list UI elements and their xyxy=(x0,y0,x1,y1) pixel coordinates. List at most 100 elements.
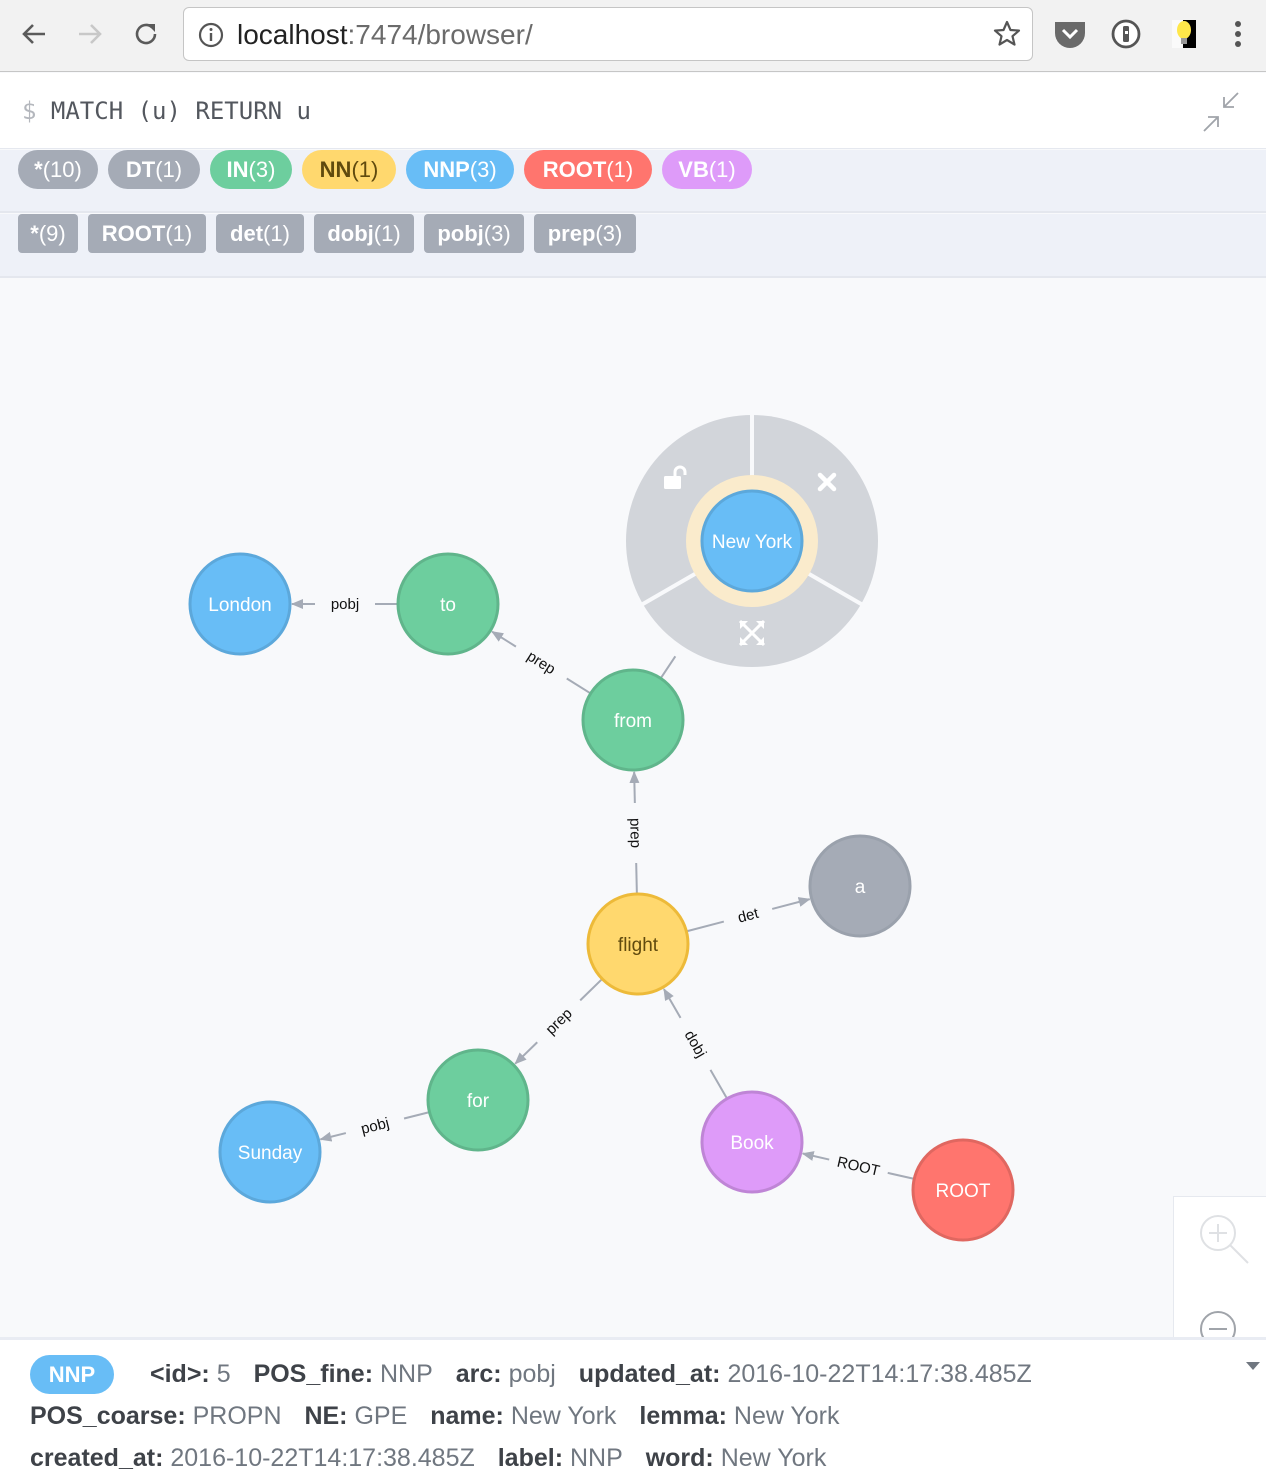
property-updated-at: updated_at: 2016-10-22T14:17:38.485Z xyxy=(579,1360,1032,1389)
label-count: (10) xyxy=(42,156,82,182)
relationship-ROOT[interactable]: ROOT xyxy=(801,1151,915,1180)
label-pill-in[interactable]: IN (3) xyxy=(210,150,292,189)
property-created-at: created_at: 2016-10-22T14:17:38.485Z xyxy=(30,1444,475,1473)
1password-button[interactable] xyxy=(1108,16,1144,52)
relationship-pobj[interactable]: pobj xyxy=(319,1111,430,1142)
label-name: IN xyxy=(226,156,249,182)
relationship-dobj[interactable]: dobj xyxy=(663,988,728,1100)
property-label: label: NNP xyxy=(498,1444,623,1473)
prompt-symbol: $ xyxy=(22,97,37,125)
relationship-label: pobj xyxy=(359,1115,391,1138)
relationship-line xyxy=(686,920,725,933)
query-prompt[interactable]: $ MATCH (u) RETURN u xyxy=(22,97,311,125)
node-for[interactable]: for xyxy=(426,1048,530,1152)
node-to[interactable]: to xyxy=(396,552,500,656)
relationship-prep[interactable]: prep xyxy=(514,978,603,1065)
lightbulb-extension-button[interactable] xyxy=(1166,16,1202,52)
property-value: New York xyxy=(733,1402,840,1430)
label-pill-nn[interactable]: NN (1) xyxy=(302,150,396,189)
property-value: 2016-10-22T14:17:38.485Z xyxy=(727,1360,1032,1388)
reltype-det[interactable]: det (1) xyxy=(216,214,304,253)
property-id: <id>: 5 xyxy=(150,1360,231,1389)
address-bar[interactable]: localhost:7474/browser/ xyxy=(183,7,1033,61)
node-root[interactable]: ROOT xyxy=(911,1138,1015,1242)
property-line-3: created_at: 2016-10-22T14:17:38.485Z lab… xyxy=(30,1444,842,1473)
label-pill-all[interactable]: * (10) xyxy=(18,150,98,189)
url-path: :7474/browser/ xyxy=(347,19,533,50)
graph-canvas[interactable]: pobjpreppobjprepdetpreppobjdobjROOT New … xyxy=(0,279,1266,1337)
node-a[interactable]: a xyxy=(808,834,912,938)
label-name: ROOT xyxy=(542,156,607,182)
reltype-count: (3) xyxy=(483,220,511,246)
reltype-count: (9) xyxy=(38,220,66,246)
relationship-arrow xyxy=(491,630,517,648)
label-pill-root[interactable]: ROOT (1) xyxy=(524,150,652,189)
property-key: NE: xyxy=(304,1402,348,1430)
property-key: <id>: xyxy=(150,1360,210,1388)
relationship-pobj[interactable]: pobj xyxy=(291,596,398,613)
reltype-all[interactable]: * (9) xyxy=(18,214,78,253)
property-value: New York xyxy=(720,1444,827,1472)
label-count: (1) xyxy=(155,156,183,182)
property-inspector: NNP <id>: 5 POS_fine: NNP arc: pobj upda… xyxy=(0,1337,1266,1476)
node-caption: ROOT xyxy=(936,1181,991,1202)
label-count: (1) xyxy=(351,156,379,182)
reltype-count: (1) xyxy=(263,220,290,246)
node-caption: from xyxy=(614,711,652,732)
property-value: NNP xyxy=(380,1360,433,1388)
property-word: word: New York xyxy=(646,1444,827,1473)
reload-button[interactable] xyxy=(126,14,166,54)
zoom-out-icon[interactable] xyxy=(1198,1309,1238,1337)
property-arc: arc: pobj xyxy=(456,1360,556,1389)
node-from[interactable]: from xyxy=(581,668,685,772)
relationship-label: prep xyxy=(626,818,644,848)
reltype-name: pobj xyxy=(437,220,484,246)
label-name: NNP xyxy=(423,156,470,182)
forward-button[interactable] xyxy=(70,14,110,54)
reltype-name: ROOT xyxy=(101,220,166,246)
selected-node-label-badge[interactable]: NNP xyxy=(30,1355,114,1394)
node-london[interactable]: London xyxy=(188,552,292,656)
relationship-label: pobj xyxy=(331,596,359,613)
property-key: arc: xyxy=(455,1360,502,1388)
property-key: name: xyxy=(430,1402,504,1430)
url-host: localhost xyxy=(237,19,348,50)
node-caption: London xyxy=(208,595,271,616)
node-flight[interactable]: flight xyxy=(586,892,690,996)
relationship-line xyxy=(403,1111,430,1120)
relationship-line xyxy=(709,1069,728,1100)
reload-icon xyxy=(135,23,157,45)
relationship-prep[interactable]: prep xyxy=(491,630,592,695)
node-caption: Sunday xyxy=(238,1143,303,1164)
pocket-button[interactable] xyxy=(1052,16,1088,52)
star-icon[interactable] xyxy=(992,19,1022,49)
property-line-1: <id>: 5 POS_fine: NNP arc: pobj updated_… xyxy=(150,1360,1048,1389)
reltype-prep[interactable]: prep (3) xyxy=(534,214,636,253)
property-key: created_at: xyxy=(30,1444,164,1472)
graph-svg[interactable]: pobjpreppobjprepdetpreppobjdobjROOT New … xyxy=(0,279,1266,1337)
label-pill-dt[interactable]: DT (1) xyxy=(108,150,200,189)
url-text[interactable]: localhost:7474/browser/ xyxy=(237,19,533,51)
node-sunday[interactable]: Sunday xyxy=(218,1100,322,1204)
zoom-in-icon[interactable] xyxy=(1198,1213,1254,1269)
collapse-button[interactable] xyxy=(1198,89,1244,135)
relationship-det[interactable]: det xyxy=(686,897,811,933)
label-pill-nnp[interactable]: NNP (3) xyxy=(406,150,514,189)
back-button[interactable] xyxy=(14,14,54,54)
query-editor: $ MATCH (u) RETURN u xyxy=(0,73,1266,149)
reltype-name: prep xyxy=(547,220,596,246)
node-labels-legend: * (10) DT (1) IN (3) NN (1) NNP (3) ROOT (1) V… xyxy=(0,150,1266,213)
reltype-dobj[interactable]: dobj (1) xyxy=(314,214,414,253)
inspector-expand-caret[interactable] xyxy=(1246,1362,1260,1370)
node-newyork[interactable]: New York xyxy=(700,489,804,593)
relationship-arrow xyxy=(319,1131,347,1142)
reltype-pobj[interactable]: pobj (3) xyxy=(424,214,524,253)
browser-menu-button[interactable] xyxy=(1220,16,1256,52)
reltype-root[interactable]: ROOT (1) xyxy=(88,214,206,253)
reltype-count: (1) xyxy=(165,220,193,246)
relationship-label: prep xyxy=(524,648,558,678)
relationship-prep[interactable]: prep xyxy=(626,770,644,895)
node-book[interactable]: Book xyxy=(700,1090,804,1194)
label-pill-vb[interactable]: VB (1) xyxy=(662,150,752,189)
info-icon[interactable] xyxy=(198,22,224,48)
